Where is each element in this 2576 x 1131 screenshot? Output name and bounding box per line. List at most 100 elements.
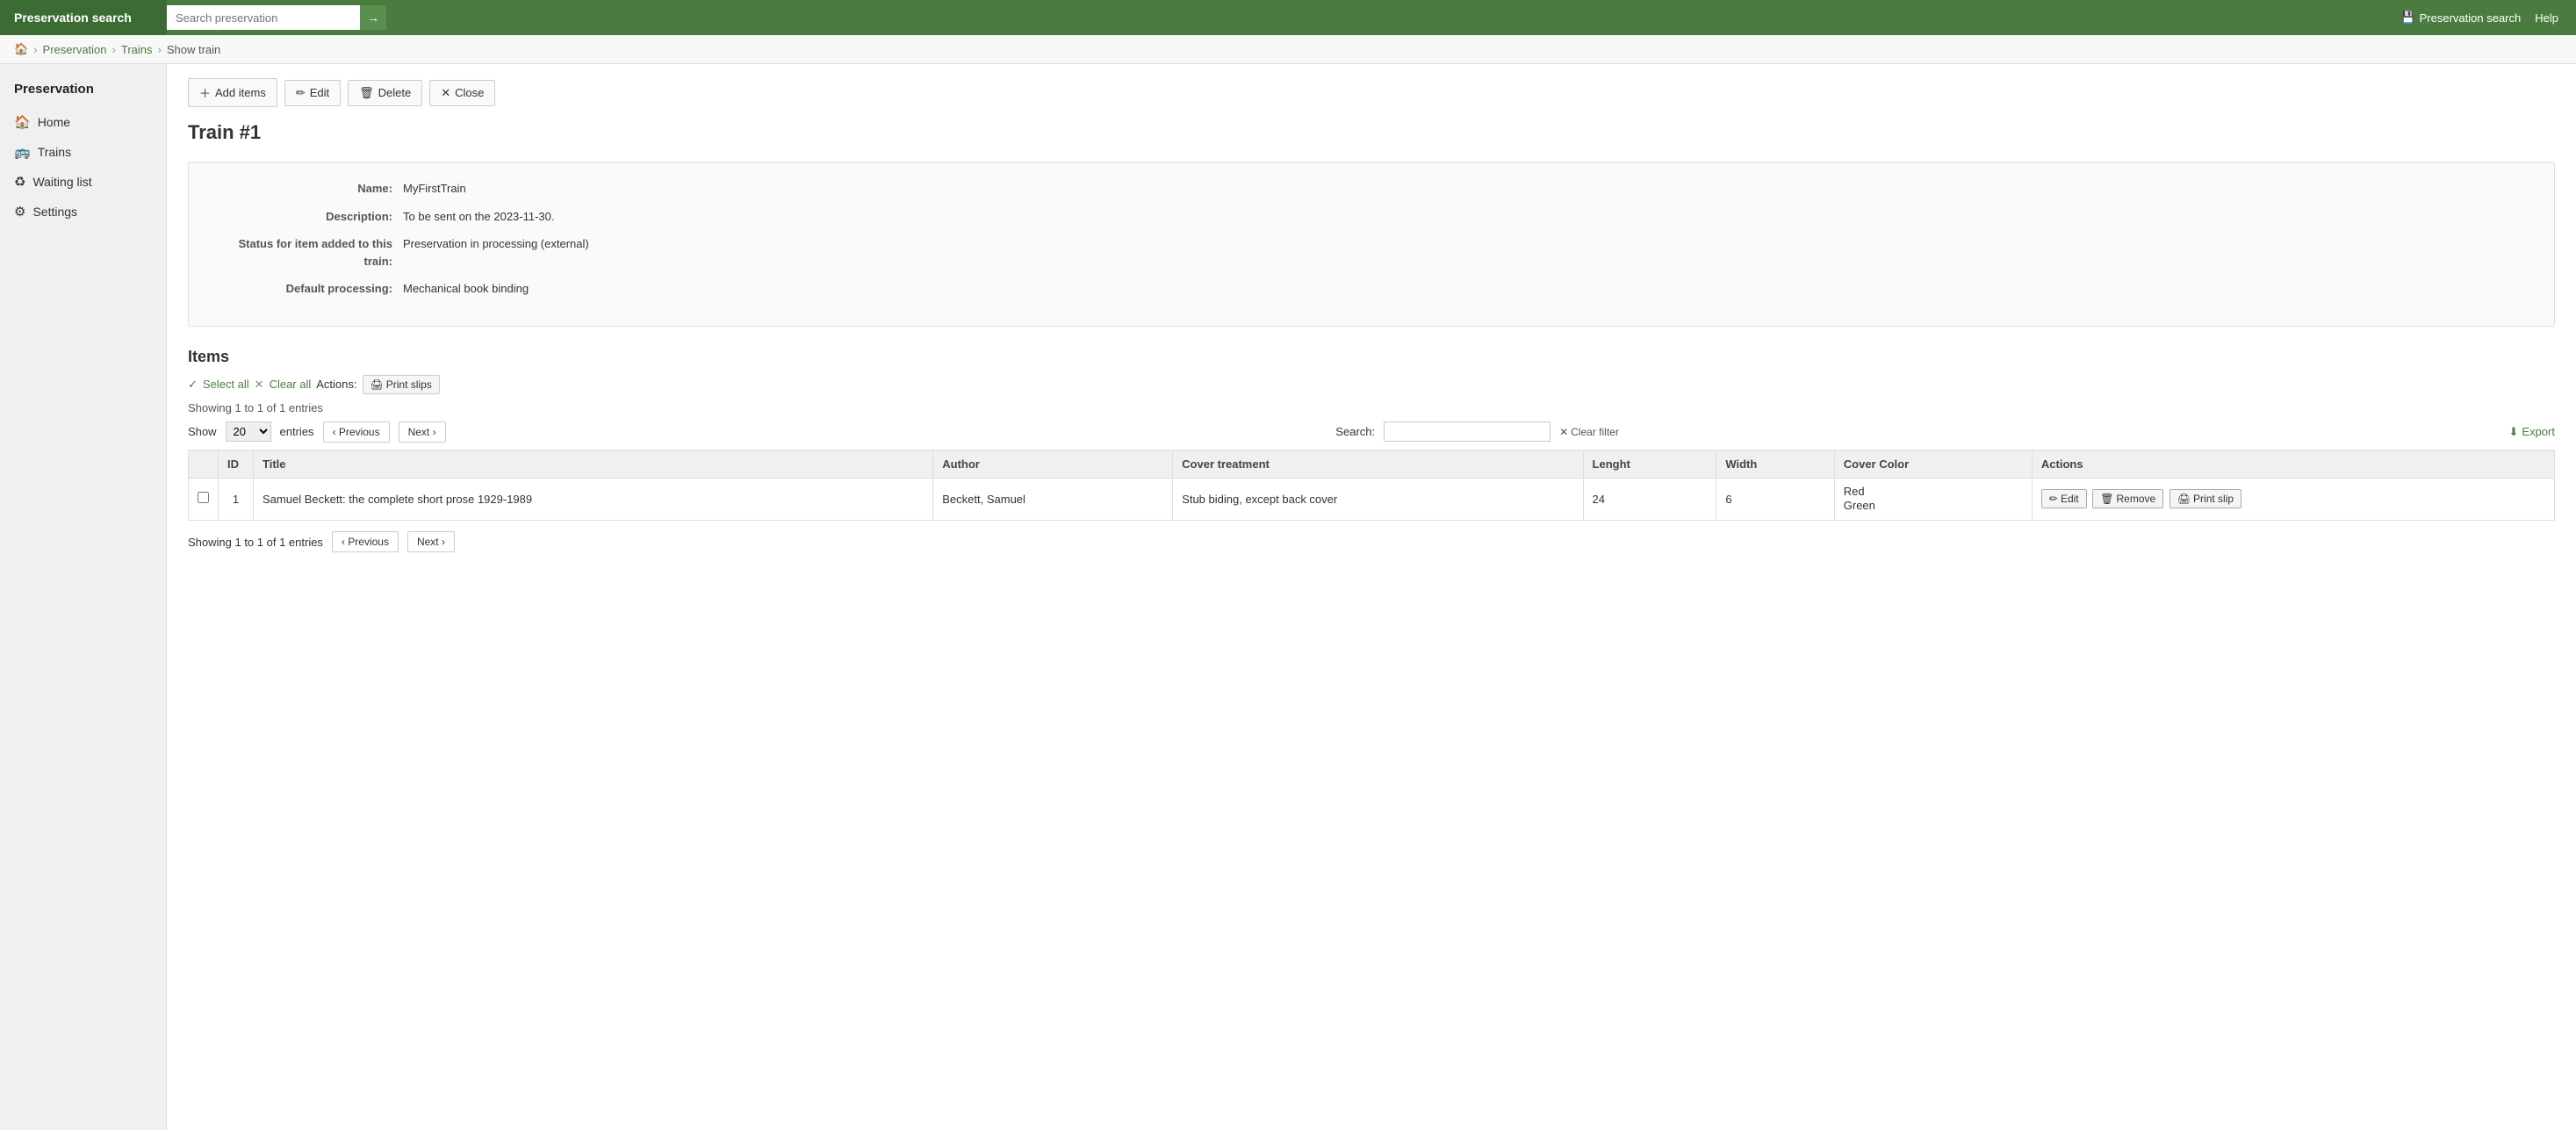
info-label-status: Status for item added to this train:	[210, 235, 403, 270]
delete-label: Delete	[378, 86, 412, 99]
sidebar-waiting-label: Waiting list	[32, 175, 91, 189]
breadcrumb-current: Show train	[167, 43, 220, 56]
info-value-status: Preservation in processing (external)	[403, 235, 589, 270]
row-title: Samuel Beckett: the complete short prose…	[254, 478, 933, 521]
col-author: Author	[933, 450, 1173, 478]
info-value-name: MyFirstTrain	[403, 180, 466, 198]
entries-label: entries	[280, 425, 314, 438]
select-all-link[interactable]: Select all	[203, 378, 249, 391]
col-cover-treatment: Cover treatment	[1173, 450, 1583, 478]
export-button[interactable]: ⬇ Export	[2509, 425, 2555, 439]
bottom-controls: Showing 1 to 1 of 1 entries ‹ Previous N…	[188, 531, 2555, 552]
showing-entries-top: Showing 1 to 1 of 1 entries	[188, 401, 2555, 414]
col-width: Width	[1716, 450, 1834, 478]
plus-icon: ＋	[199, 84, 211, 101]
trains-icon: 🚌	[14, 144, 31, 160]
main-content: ＋ Add items ✏ Edit 🗑 Delete ✕ Close Trai…	[167, 64, 2576, 1130]
info-label-processing: Default processing:	[210, 280, 403, 298]
brand-label: Preservation search	[14, 11, 132, 25]
settings-icon: ⚙	[14, 204, 25, 220]
row-cover-treatment: Stub biding, except back cover	[1173, 478, 1583, 521]
row-actions: ✏ Edit 🗑 Remove 🖨 Print slip	[2032, 478, 2554, 521]
row-print-slip-button[interactable]: 🖨 Print slip	[2169, 489, 2241, 508]
sidebar-settings-label: Settings	[32, 205, 77, 219]
breadcrumb-preservation[interactable]: Preservation	[43, 43, 107, 56]
x-filter-icon: ✕	[1559, 426, 1568, 438]
info-row-name: Name: MyFirstTrain	[210, 180, 2533, 198]
breadcrumb-sep2: ›	[112, 43, 116, 56]
table-controls-top: Show 10 20 50 100 entries ‹ Previous Nex…	[188, 421, 2555, 443]
row-author: Beckett, Samuel	[933, 478, 1173, 521]
x-icon: ✕	[255, 378, 264, 392]
col-cover-color: Cover Color	[1834, 450, 2032, 478]
col-title: Title	[254, 450, 933, 478]
home-icon: 🏠	[14, 114, 31, 130]
brand: Preservation search	[0, 0, 167, 35]
search-form: →	[167, 5, 2386, 30]
show-entries-select[interactable]: 10 20 50 100	[226, 421, 271, 442]
home-icon[interactable]: 🏠	[14, 42, 28, 56]
print-slips-button[interactable]: 🖨 Print slips	[363, 375, 440, 394]
print-slips-label: Print slips	[386, 378, 432, 391]
clear-all-link[interactable]: Clear all	[270, 378, 312, 391]
add-items-button[interactable]: ＋ Add items	[188, 78, 277, 107]
next-button-bottom[interactable]: Next ›	[407, 531, 455, 552]
sidebar-item-home[interactable]: 🏠 Home	[0, 107, 166, 137]
col-length: Lenght	[1583, 450, 1716, 478]
preservation-search-link[interactable]: 💾 Preservation search	[2386, 0, 2535, 35]
close-label: Close	[455, 86, 484, 99]
print-icon: 🖨	[371, 378, 384, 391]
col-id: ID	[219, 450, 254, 478]
waiting-list-icon: ♻	[14, 174, 25, 190]
main-layout: Preservation 🏠 Home 🚌 Trains ♻ Waiting l…	[0, 64, 2576, 1130]
breadcrumb-trains[interactable]: Trains	[121, 43, 153, 56]
close-button[interactable]: ✕ Close	[429, 80, 495, 106]
actions-label: Actions:	[316, 378, 356, 391]
info-row-description: Description: To be sent on the 2023-11-3…	[210, 208, 2533, 226]
table-search-input[interactable]	[1384, 421, 1551, 442]
export-icon: ⬇	[2509, 425, 2519, 439]
search-label: Search:	[1335, 425, 1375, 438]
previous-button-top[interactable]: ‹ Previous	[323, 421, 390, 443]
sidebar-title: Preservation	[0, 75, 166, 107]
row-checkbox[interactable]	[198, 492, 209, 503]
toolbar: ＋ Add items ✏ Edit 🗑 Delete ✕ Close	[188, 78, 2555, 107]
clear-filter-label: Clear filter	[1571, 426, 1619, 438]
close-icon: ✕	[441, 86, 450, 100]
row-edit-button[interactable]: ✏ Edit	[2041, 489, 2087, 508]
col-checkbox	[189, 450, 219, 478]
search-submit-button[interactable]: →	[360, 5, 386, 30]
info-label-name: Name:	[210, 180, 403, 198]
sidebar-item-trains[interactable]: 🚌 Trains	[0, 137, 166, 167]
sidebar-item-waiting-list[interactable]: ♻ Waiting list	[0, 167, 166, 197]
info-row-processing: Default processing: Mechanical book bind…	[210, 280, 2533, 298]
edit-button[interactable]: ✏ Edit	[284, 80, 341, 106]
trash-icon: 🗑	[359, 86, 374, 100]
breadcrumb-sep3: ›	[158, 43, 162, 56]
table-header-row: ID Title Author Cover treatment Lenght W…	[189, 450, 2555, 478]
search-input[interactable]	[167, 5, 360, 30]
items-title: Items	[188, 348, 2555, 366]
row-width: 6	[1716, 478, 1834, 521]
info-panel: Name: MyFirstTrain Description: To be se…	[188, 162, 2555, 327]
sidebar-item-settings[interactable]: ⚙ Settings	[0, 197, 166, 227]
help-link[interactable]: Help	[2535, 11, 2576, 25]
info-value-description: To be sent on the 2023-11-30.	[403, 208, 555, 226]
previous-button-bottom[interactable]: ‹ Previous	[332, 531, 399, 552]
sidebar: Preservation 🏠 Home 🚌 Trains ♻ Waiting l…	[0, 64, 167, 1130]
show-label: Show	[188, 425, 217, 438]
preservation-search-label: Preservation search	[2420, 11, 2522, 25]
delete-button[interactable]: 🗑 Delete	[348, 80, 422, 106]
breadcrumb-sep1: ›	[33, 43, 37, 56]
row-checkbox-cell	[189, 478, 219, 521]
clear-filter-button[interactable]: ✕ Clear filter	[1559, 426, 1619, 438]
items-actions-bar: ✓ Select all ✕ Clear all Actions: 🖨 Prin…	[188, 375, 2555, 394]
items-table: ID Title Author Cover treatment Lenght W…	[188, 450, 2555, 522]
row-remove-button[interactable]: 🗑 Remove	[2092, 489, 2163, 508]
add-items-label: Add items	[215, 86, 266, 99]
breadcrumb: 🏠 › Preservation › Trains › Show train	[0, 35, 2576, 64]
sidebar-home-label: Home	[38, 115, 70, 129]
next-button-top[interactable]: Next ›	[399, 421, 446, 443]
edit-icon: ✏	[2049, 493, 2058, 505]
row-cover-color: RedGreen	[1834, 478, 2032, 521]
